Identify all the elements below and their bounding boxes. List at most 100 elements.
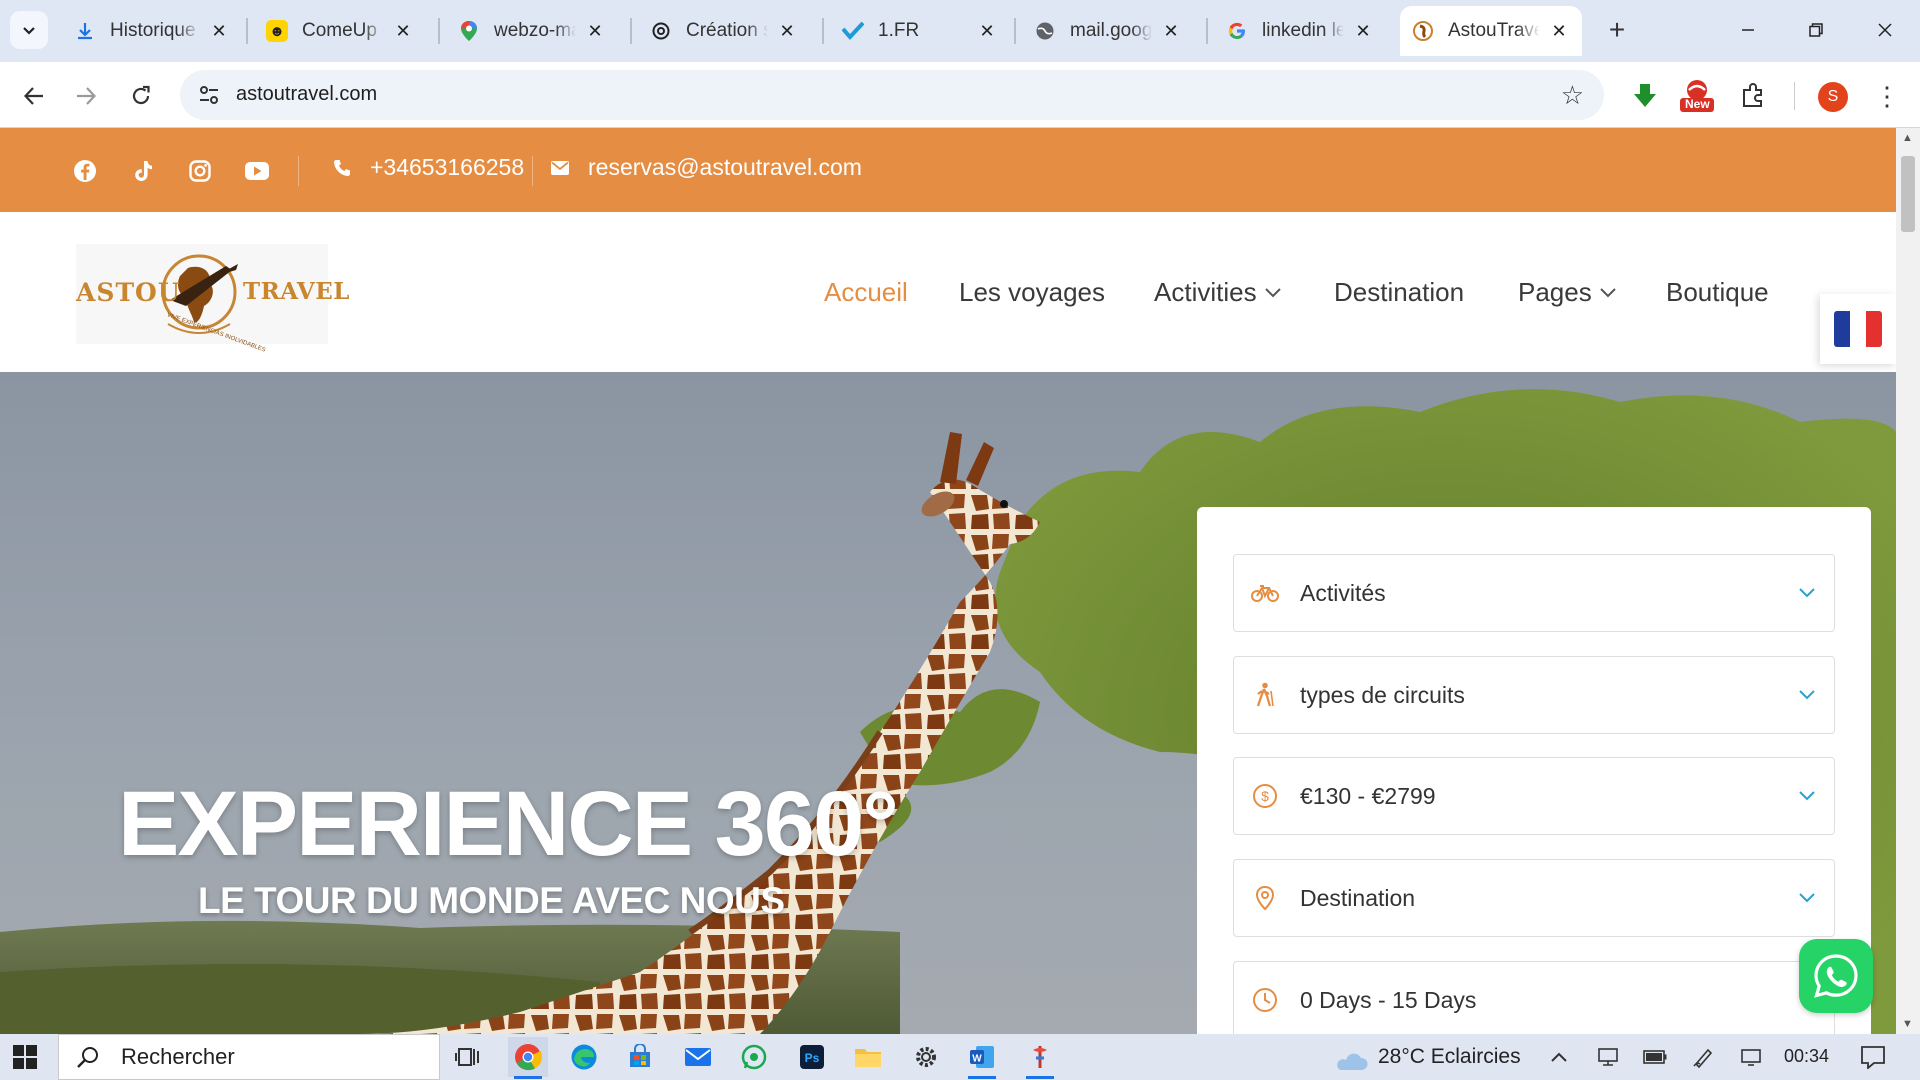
arrow-left-icon (23, 87, 43, 105)
network-icon[interactable] (1594, 1042, 1624, 1072)
youtube-icon[interactable] (244, 158, 270, 184)
destination-select[interactable]: Destination (1233, 859, 1835, 937)
duration-select[interactable]: 0 Days - 15 Days (1233, 961, 1835, 1034)
close-icon[interactable]: ✕ (1548, 20, 1570, 42)
restore-button[interactable] (1793, 8, 1839, 52)
svg-text:Ps: Ps (805, 1051, 820, 1065)
new-tab-button[interactable]: + (1599, 12, 1635, 48)
site-info-icon[interactable] (196, 82, 222, 108)
dollar-circle-icon: $ (1250, 781, 1280, 811)
location-pin-icon (1250, 883, 1280, 913)
chrome-taskbar-icon[interactable] (508, 1037, 548, 1079)
restore-icon (1809, 23, 1823, 37)
taskbar-search[interactable]: Rechercher (58, 1034, 440, 1080)
tab-title: Historique (110, 20, 196, 41)
instagram-icon[interactable] (187, 158, 213, 184)
tab-comeup[interactable]: ☻ ComeUp - ✕ (254, 6, 426, 56)
reload-button[interactable] (121, 76, 161, 116)
astou-travel-logo[interactable]: ASTOU TRAVEL VIVE EXPERIENCIAS INOLVIDAB… (76, 244, 349, 354)
tab-historique[interactable]: Historique ✕ (62, 6, 242, 56)
task-view-icon[interactable] (448, 1037, 488, 1077)
trip-search-panel: Activités types de circuits $ €130 - €27… (1197, 507, 1871, 1034)
bookmark-star-icon[interactable]: ☆ (1561, 80, 1584, 111)
arrow-right-icon (77, 87, 97, 105)
extensions-button[interactable] (1733, 76, 1773, 116)
pen-icon[interactable] (1688, 1042, 1718, 1072)
tab-title: mail.googl (1070, 20, 1152, 41)
weather-text: 28°C Eclaircies (1378, 1045, 1521, 1068)
chevron-down-icon (1792, 588, 1822, 598)
close-icon[interactable]: ✕ (976, 20, 998, 42)
page-scrollbar[interactable]: ▲ ▼ (1896, 128, 1920, 1034)
scroll-thumb[interactable] (1901, 156, 1915, 232)
weather-widget[interactable]: 28°C Eclaircies (1328, 1034, 1521, 1080)
edge-taskbar-icon[interactable] (564, 1037, 604, 1077)
duration-label: 0 Days - 15 Days (1300, 986, 1477, 1013)
app-taskbar-icon[interactable] (1020, 1037, 1060, 1079)
battery-icon[interactable] (1640, 1042, 1670, 1072)
phone-link[interactable]: +34653166258 (330, 154, 524, 181)
tab-creation[interactable]: Création si ✕ (638, 6, 810, 56)
close-window-button[interactable] (1862, 8, 1908, 52)
whatsapp-taskbar-icon[interactable] (734, 1037, 774, 1077)
notification-center-icon[interactable] (1856, 1040, 1890, 1074)
display-icon[interactable] (1736, 1042, 1766, 1072)
download-extension[interactable] (1625, 76, 1665, 116)
facebook-icon[interactable] (72, 158, 98, 184)
tour-types-label: types de circuits (1300, 681, 1465, 708)
whatsapp-chat-button[interactable] (1799, 939, 1873, 1013)
scroll-up-arrow-icon[interactable]: ▲ (1902, 132, 1913, 144)
taskbar-search-placeholder: Rechercher (121, 1044, 235, 1069)
tiktok-icon[interactable] (130, 158, 156, 184)
close-icon[interactable]: ✕ (208, 20, 230, 42)
url-text[interactable]: astoutravel.com (236, 83, 377, 106)
nav-accueil[interactable]: Accueil (824, 212, 908, 372)
word-taskbar-icon[interactable]: W (962, 1037, 1002, 1079)
windows-start-icon[interactable] (12, 1044, 38, 1070)
mail-taskbar-icon[interactable] (678, 1037, 718, 1077)
profile-avatar[interactable]: S (1818, 82, 1848, 112)
close-icon[interactable]: ✕ (776, 20, 798, 42)
back-button[interactable] (14, 76, 54, 116)
tour-types-select[interactable]: types de circuits (1233, 656, 1835, 734)
chevron-down-icon (1264, 282, 1281, 303)
email-link[interactable]: reservas@astoutravel.com (548, 154, 862, 181)
chevron-down-icon (1792, 791, 1822, 801)
file-explorer-taskbar-icon[interactable] (848, 1037, 888, 1077)
nav-boutique[interactable]: Boutique (1666, 212, 1769, 372)
close-icon[interactable]: ✕ (584, 20, 606, 42)
nav-destination[interactable]: Destination (1334, 212, 1464, 372)
clock-time[interactable]: 00:34 (1784, 1046, 1829, 1067)
language-switcher[interactable] (1820, 294, 1896, 364)
tab-1fr[interactable]: 1.FR ✕ (830, 6, 1010, 56)
activities-select[interactable]: Activités (1233, 554, 1835, 632)
tab-astoutravel[interactable]: AstouTrave ✕ (1400, 6, 1582, 56)
address-bar[interactable]: astoutravel.com ☆ (180, 70, 1604, 120)
close-icon[interactable]: ✕ (392, 20, 414, 42)
forward-button[interactable] (66, 76, 106, 116)
browser-menu-icon[interactable]: ⋮ (1872, 78, 1902, 114)
photoshop-taskbar-icon[interactable]: Ps (792, 1037, 832, 1077)
tab-webzo[interactable]: webzo-ma ✕ (446, 6, 618, 56)
new-extension[interactable]: New (1677, 76, 1717, 116)
chevron-down-icon (23, 27, 35, 35)
tab-separator (438, 18, 440, 44)
close-icon[interactable]: ✕ (1160, 20, 1182, 42)
tray-expand-icon[interactable] (1544, 1042, 1574, 1072)
tab-linkedin[interactable]: linkedin le ✕ (1214, 6, 1386, 56)
settings-taskbar-icon[interactable] (906, 1037, 946, 1077)
close-icon[interactable]: ✕ (1352, 20, 1374, 42)
scroll-down-arrow-icon[interactable]: ▼ (1902, 1018, 1913, 1030)
nav-les-voyages[interactable]: Les voyages (959, 212, 1105, 372)
tab-mail[interactable]: mail.googl ✕ (1022, 6, 1194, 56)
tab-separator (1206, 18, 1208, 44)
nav-pages[interactable]: Pages (1518, 212, 1616, 372)
tab-search-button[interactable] (10, 11, 48, 49)
browser-toolbar: astoutravel.com ☆ New S ⋮ (0, 62, 1920, 128)
price-range-select[interactable]: $ €130 - €2799 (1233, 757, 1835, 835)
store-taskbar-icon[interactable] (620, 1037, 660, 1077)
minimize-button[interactable] (1725, 8, 1771, 52)
topbar-divider (532, 156, 533, 186)
tab-title: ComeUp - (302, 20, 384, 41)
nav-activities[interactable]: Activities (1154, 212, 1281, 372)
